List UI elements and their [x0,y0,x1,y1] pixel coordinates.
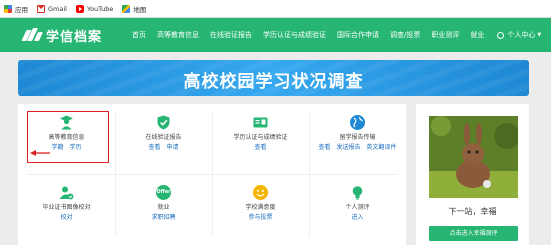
link-enter[interactable]: 进入 [351,214,363,221]
service-title: 在线验证报告 [145,134,182,141]
service-online-report[interactable]: 在线验证报告 查看 申请 [115,104,212,174]
lightbulb-icon [350,185,365,200]
link-view[interactable]: 查看 [319,144,331,151]
certificate-icon [253,115,268,130]
user-check-icon [59,185,74,200]
bookmark-label: YouTube [86,4,114,13]
service-title: 个人测评 [345,204,370,211]
chevron-down-icon: ▼ [537,32,542,38]
nav-home[interactable]: 首页 [132,30,146,40]
main-nav: 首页 高等教育信息 在线验证报告 学历认证与成绩验证 国际合作申请 调查/投票 … [132,30,541,40]
logo-icon [21,27,44,43]
link-translation[interactable]: 英文翻译件 [366,144,396,151]
nav-online-report[interactable]: 在线验证报告 [210,30,252,40]
link-apply[interactable]: 申请 [166,144,178,151]
nav-international[interactable]: 国际合作申请 [337,30,379,40]
user-center-label: 个人中心 [507,31,536,39]
banner-title: 高校校园学习状况调查 [183,72,364,92]
maps-icon [122,4,131,13]
bookmark-label: 地图 [133,5,147,14]
nav-employment[interactable]: 就业 [470,30,484,40]
link-proofread[interactable]: 校对 [60,214,72,221]
service-title: 就业 [157,204,170,211]
gmail-icon [37,4,45,13]
nav-degree-verification[interactable]: 学历认证与成绩验证 [263,30,326,40]
user-center-menu[interactable]: 个人中心 ▼ [497,30,541,40]
youtube-icon [75,4,84,13]
service-diploma-image[interactable]: 毕业证书图像校对 校对 [18,174,115,244]
service-title: 留学报告传输 [339,134,376,141]
service-title: 学历认证与成绩验证 [233,134,288,141]
smiley-icon [253,185,268,200]
bookmark-label: Gmail [48,4,67,13]
site-header: 学信档案 首页 高等教育信息 在线验证报告 学历认证与成绩验证 国际合作申请 调… [0,18,551,52]
service-employment[interactable]: Offer 就业 求职招聘 [115,174,212,244]
bookmark-maps[interactable]: 地图 [122,4,146,14]
bookmark-gmail[interactable]: Gmail [37,4,67,13]
link-view[interactable]: 查看 [254,144,266,151]
happiness-test-button[interactable]: 点击进入幸福测评 [429,226,518,241]
link-send-report[interactable]: 发送报告 [336,144,360,151]
link-job-search[interactable]: 求职招聘 [151,214,175,221]
bookmark-apps[interactable]: 应用 [4,4,28,14]
side-panel [416,104,529,245]
nav-career-test[interactable]: 职业测评 [431,30,459,40]
service-study-abroad-report[interactable]: 留学报告传输 查看 发送报告 英文翻译件 [309,104,406,174]
link-view[interactable]: 查看 [149,144,161,151]
globe-icon [350,115,365,130]
site-logo[interactable]: 学信档案 [21,26,103,45]
offer-icon: Offer [156,185,171,200]
user-icon [497,31,505,39]
service-title: 学校满意度 [245,204,276,211]
survey-banner[interactable]: 高校校园学习状况调查 [18,60,529,96]
rabbit-photo[interactable] [429,116,518,198]
bookmark-label: 应用 [15,5,28,14]
bookmark-youtube[interactable]: YouTube [75,4,114,13]
nav-higher-education[interactable]: 高等教育信息 [157,30,199,40]
nav-survey[interactable]: 调查/投票 [390,30,420,40]
service-school-satisfaction[interactable]: 学校满意度 参与投票 [212,174,309,244]
apps-icon [4,4,12,13]
logo-text: 学信档案 [46,29,103,45]
annotation-arrow [30,150,50,156]
link-vote[interactable]: 参与投票 [248,214,272,221]
bookmarks-bar: 应用 Gmail YouTube 地图 [0,0,551,18]
service-title: 毕业证书图像校对 [42,204,91,211]
service-degree-verification[interactable]: 学历认证与成绩验证 查看 [212,104,309,174]
side-caption: 下一站，幸福 [448,207,497,216]
service-personal-assessment[interactable]: 个人测评 进入 [309,174,406,244]
shield-check-icon [156,115,171,130]
